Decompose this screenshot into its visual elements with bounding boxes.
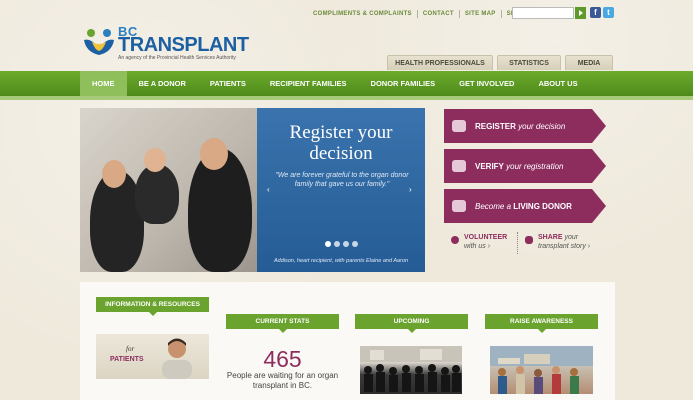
facebook-icon[interactable]: f bbox=[590, 7, 601, 18]
logo-tagline: An agency of the Provincial Health Servi… bbox=[118, 55, 236, 61]
raise-awareness-heading: RAISE AWARENESS bbox=[485, 314, 598, 333]
carousel-dot[interactable] bbox=[343, 241, 349, 247]
living-donor-button[interactable]: Become a LIVING DONOR bbox=[444, 189, 606, 223]
nav-about-us[interactable]: ABOUT US bbox=[526, 71, 589, 96]
nav-home[interactable]: HOME bbox=[80, 71, 127, 96]
hero-message-panel: Register your decision "We are forever g… bbox=[257, 108, 425, 272]
volunteer-icon bbox=[451, 236, 459, 244]
logo-transplant-text: TRANSPLANT bbox=[118, 34, 249, 56]
upcoming-event-photo[interactable] bbox=[360, 346, 462, 394]
main-nav: HOME BE A DONOR PATIENTS RECIPIENT FAMIL… bbox=[0, 71, 693, 96]
divider bbox=[517, 232, 518, 254]
carousel-dot[interactable] bbox=[334, 241, 340, 247]
bc-transplant-logo[interactable]: BC TRANSPLANT An agency of the Provincia… bbox=[82, 24, 249, 64]
search-go-button[interactable] bbox=[575, 7, 586, 19]
speech-bubble-icon bbox=[525, 236, 533, 244]
hero-caption: Addison, heart recipient, with parents E… bbox=[273, 258, 409, 264]
nav-be-a-donor[interactable]: BE A DONOR bbox=[127, 71, 198, 96]
contact-link[interactable]: CONTACT bbox=[418, 10, 460, 18]
carousel-dot[interactable] bbox=[325, 241, 331, 247]
for-patients-card[interactable]: for PATIENTS bbox=[96, 334, 209, 379]
volunteer-link[interactable]: VOLUNTEER with us › bbox=[464, 233, 507, 251]
current-stats-heading: CURRENT STATS bbox=[226, 314, 339, 333]
register-button[interactable]: REGISTER your decision bbox=[444, 109, 606, 143]
twitter-icon[interactable]: t bbox=[603, 7, 614, 18]
thumbs-up-icon bbox=[452, 160, 466, 172]
carousel-next-icon[interactable]: › bbox=[409, 185, 412, 194]
tab-media[interactable]: MEDIA bbox=[565, 55, 613, 70]
share-story-link[interactable]: SHARE your transplant story › bbox=[538, 233, 590, 251]
verify-button[interactable]: VERIFY your registration bbox=[444, 149, 606, 183]
audience-tabs: HEALTH PROFESSIONALS STATISTICS MEDIA bbox=[387, 55, 617, 70]
tab-health-professionals[interactable]: HEALTH PROFESSIONALS bbox=[387, 55, 493, 70]
hero-title[interactable]: Register your decision bbox=[257, 122, 425, 164]
nav-stripe bbox=[0, 96, 693, 100]
carousel-prev-icon[interactable]: ‹ bbox=[267, 185, 270, 194]
nav-get-involved[interactable]: GET INVOLVED bbox=[447, 71, 526, 96]
patient-photo bbox=[162, 338, 192, 379]
utility-links: COMPLIMENTS & COMPLAINTS CONTACT SITE MA… bbox=[313, 10, 539, 18]
nav-recipient-families[interactable]: RECIPIENT FAMILIES bbox=[258, 71, 359, 96]
heart-icon bbox=[452, 120, 466, 132]
waiting-text: People are waiting for an organ transpla… bbox=[226, 371, 339, 390]
nav-patients[interactable]: PATIENTS bbox=[198, 71, 258, 96]
hero-carousel[interactable]: Register your decision "We are forever g… bbox=[80, 108, 425, 272]
nav-donor-families[interactable]: DONOR FAMILIES bbox=[359, 71, 448, 96]
carousel-dot[interactable] bbox=[352, 241, 358, 247]
search-input[interactable] bbox=[512, 7, 574, 19]
family-photo bbox=[80, 108, 257, 272]
logo-figures-icon bbox=[84, 29, 114, 55]
hero-quote: "We are forever grateful to the organ do… bbox=[275, 172, 409, 188]
upcoming-heading: UPCOMING bbox=[355, 314, 468, 333]
compliments-link[interactable]: COMPLIMENTS & COMPLAINTS bbox=[313, 10, 418, 18]
waiting-count: 465 bbox=[263, 346, 302, 372]
site-map-link[interactable]: SITE MAP bbox=[460, 10, 502, 18]
tab-statistics[interactable]: STATISTICS bbox=[497, 55, 561, 70]
person-icon bbox=[452, 200, 466, 212]
awareness-event-photo[interactable] bbox=[490, 346, 593, 394]
info-resources-heading: INFORMATION & RESOURCES bbox=[96, 297, 209, 316]
